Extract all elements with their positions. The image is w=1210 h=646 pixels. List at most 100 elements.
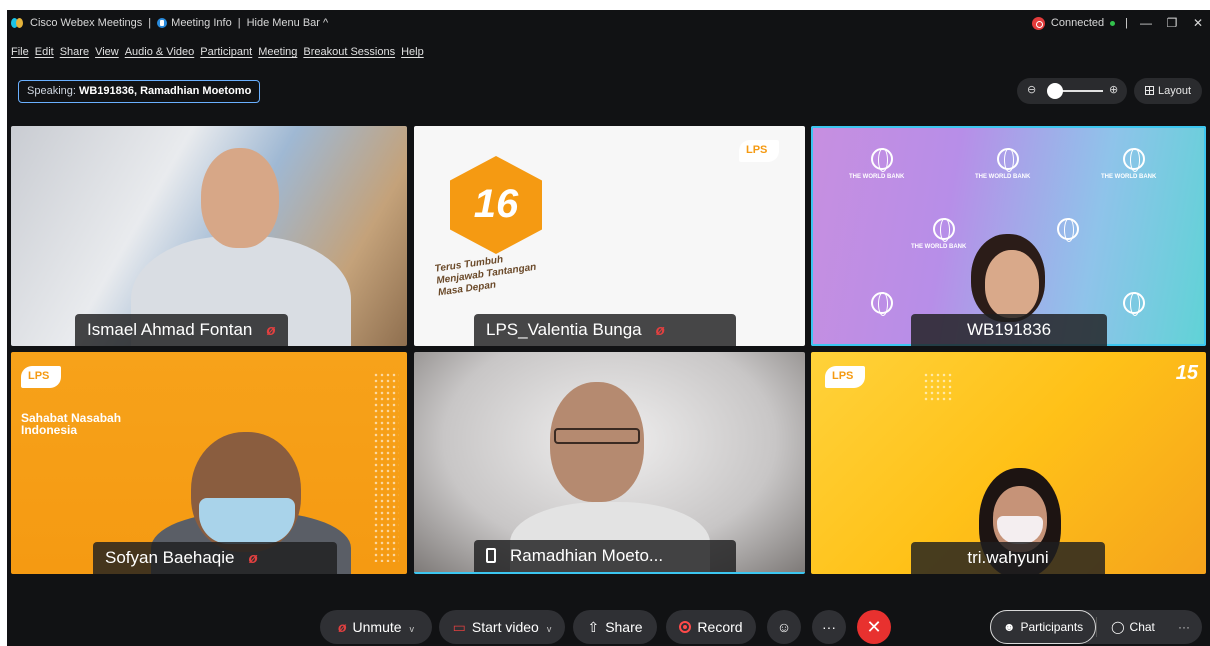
participant-name: Sofyan Baehaqie — [105, 548, 235, 567]
reactions-button[interactable]: ☺ — [767, 610, 801, 644]
toolbar-divider — [1096, 617, 1097, 637]
participants-button[interactable]: ☻ Participants — [990, 610, 1096, 644]
connection-status[interactable]: Connected — [1031, 16, 1116, 30]
title-separator: | — [1125, 17, 1128, 29]
participant-face — [985, 250, 1039, 318]
participant-nameplate: WB191836 — [911, 314, 1107, 346]
video-tile[interactable]: 16 Terus Tumbuh Menjawab Tantangan Masa … — [414, 126, 805, 346]
minimize-button[interactable]: — — [1138, 16, 1154, 30]
record-button[interactable]: Record — [666, 610, 756, 644]
anniversary-badge: 16 — [450, 156, 542, 254]
menu-audio-video[interactable]: Audio & Video — [125, 46, 195, 58]
participants-icon: ☻ — [1002, 620, 1016, 634]
video-tile-active[interactable]: THE WORLD BANK THE WORLD BANK THE WORLD … — [811, 126, 1206, 346]
unmute-label: Unmute — [352, 619, 402, 635]
lps-logo-icon — [21, 366, 61, 388]
participant-nameplate: tri.wahyuni — [911, 542, 1105, 574]
chevron-down-icon[interactable]: v — [410, 624, 415, 634]
world-bank-logo-icon — [871, 148, 893, 172]
layout-label: Layout — [1157, 85, 1192, 97]
start-video-button[interactable]: ▭ Start video v — [439, 610, 565, 644]
menu-edit[interactable]: Edit — [35, 46, 54, 58]
end-meeting-button[interactable]: ✕ — [857, 610, 891, 644]
close-window-button[interactable]: ✕ — [1190, 16, 1206, 30]
bg-brand-text: THE WORLD BANK — [849, 174, 905, 180]
menu-bar: File Edit Share View Audio & Video Parti… — [11, 46, 424, 58]
participant-face — [201, 148, 279, 248]
connection-icon — [1031, 16, 1045, 30]
more-options-button[interactable]: ··· — [812, 610, 846, 644]
menu-view[interactable]: View — [95, 46, 119, 58]
video-tile[interactable]: Sahabat Nasabah Indonesia Sofyan Baehaqi… — [11, 352, 407, 574]
meeting-info-button[interactable]: Meeting Info — [157, 17, 232, 29]
more-panels-button[interactable]: ··· — [1169, 610, 1199, 644]
title-bar: Cisco Webex Meetings | Meeting Info | Hi… — [7, 10, 1210, 36]
world-bank-logo-icon — [997, 148, 1019, 172]
record-icon — [679, 621, 692, 633]
connected-dot-icon — [1110, 20, 1116, 26]
share-icon: ⇧ — [587, 619, 600, 635]
restore-button[interactable]: ❐ — [1164, 16, 1180, 30]
participant-name: tri.wahyuni — [967, 548, 1049, 567]
speaking-indicator: Speaking: WB191836, Ramadhian Moetomo — [18, 80, 261, 103]
world-bank-logo-icon — [933, 218, 955, 242]
participant-name: Ismael Ahmad Fontan — [87, 320, 253, 339]
participant-nameplate: Ismael Ahmad Fontan ø — [75, 314, 288, 346]
connection-label: Connected — [1050, 17, 1105, 29]
video-tile[interactable]: Ismael Ahmad Fontan ø — [11, 126, 407, 346]
webex-logo-icon — [11, 18, 24, 28]
world-bank-logo-icon — [871, 292, 893, 316]
chat-label: Chat — [1129, 620, 1155, 634]
title-separator: | — [237, 17, 241, 29]
record-label: Record — [697, 619, 743, 635]
chat-icon: ◯ — [1111, 620, 1125, 634]
layout-grid-icon — [1144, 86, 1154, 95]
app-title: Cisco Webex Meetings — [30, 17, 143, 29]
chevron-down-icon[interactable]: v — [547, 624, 552, 634]
muted-mic-icon: ø — [248, 550, 258, 567]
bg-brand-text: THE WORLD BANK — [975, 174, 1031, 180]
share-button[interactable]: ⇧ Share — [573, 610, 657, 644]
video-off-icon: ▭ — [452, 619, 466, 635]
menu-share[interactable]: Share — [60, 46, 89, 58]
video-tile[interactable]: 15 tri.wahyuni — [811, 352, 1206, 574]
share-label: Share — [605, 619, 643, 635]
zoom-control: ⊖ ⊕ — [1017, 78, 1127, 104]
phone-icon — [486, 548, 496, 563]
menu-breakout-sessions[interactable]: Breakout Sessions — [303, 46, 395, 58]
muted-mic-icon: ø — [266, 322, 276, 339]
bg-brand-text: THE WORLD BANK — [1101, 174, 1157, 180]
chat-button[interactable]: ◯ Chat — [1103, 610, 1163, 644]
menu-meeting[interactable]: Meeting — [258, 46, 297, 58]
bg-pattern — [373, 372, 399, 562]
background-tagline: Sahabat Nasabah Indonesia — [21, 411, 122, 437]
speaking-prefix: Speaking: — [27, 85, 76, 97]
bg-brand-text: THE WORLD BANK — [911, 244, 967, 250]
lps-logo-icon — [739, 140, 779, 162]
menu-help[interactable]: Help — [401, 46, 424, 58]
video-tile[interactable]: Ramadhian Moeto... — [414, 352, 805, 574]
zoom-slider-handle[interactable] — [1047, 83, 1063, 99]
lps-logo-icon — [825, 366, 865, 388]
layout-button[interactable]: Layout — [1134, 78, 1202, 104]
speaking-names: WB191836, Ramadhian Moetomo — [78, 85, 252, 97]
info-shield-icon — [157, 18, 168, 29]
unmute-button[interactable]: ø Unmute v — [320, 610, 432, 644]
participants-label: Participants — [1020, 620, 1084, 634]
participant-nameplate: Sofyan Baehaqie ø — [93, 542, 337, 574]
zoom-out-icon[interactable]: ⊖ — [1027, 83, 1036, 96]
menu-participant[interactable]: Participant — [200, 46, 252, 58]
bg-pattern — [923, 372, 953, 402]
menu-file[interactable]: File — [11, 46, 29, 58]
participant-nameplate: Ramadhian Moeto... — [474, 540, 736, 572]
glasses — [554, 428, 640, 444]
webex-window: Cisco Webex Meetings | Meeting Info | Hi… — [7, 10, 1210, 646]
world-bank-logo-icon — [1123, 292, 1145, 316]
anniversary-number: 16 — [473, 182, 519, 226]
start-video-label: Start video — [471, 619, 539, 635]
muted-mic-icon: ø — [655, 322, 665, 339]
zoom-in-icon[interactable]: ⊕ — [1109, 83, 1118, 96]
muted-mic-icon: ø — [337, 619, 347, 635]
hide-menu-bar-button[interactable]: Hide Menu Bar ^ — [247, 17, 329, 29]
participant-name: Ramadhian Moeto... — [510, 546, 664, 565]
